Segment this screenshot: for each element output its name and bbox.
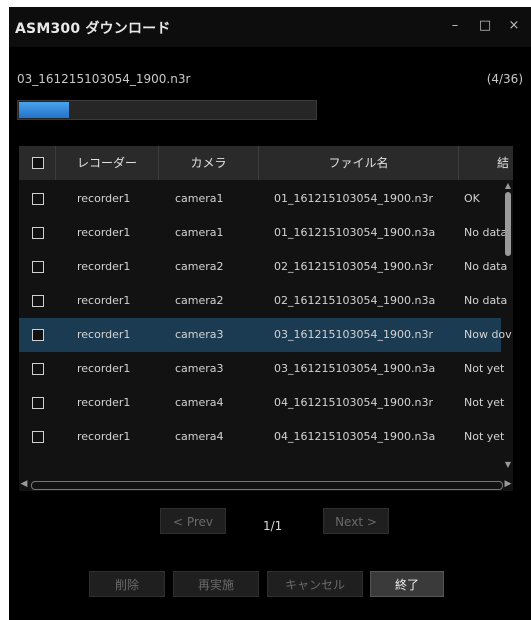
file-table: レコーダー カメラ ファイル名 結 recorder1 camera1 01_161… bbox=[19, 146, 513, 491]
camera-cell: camera2 bbox=[175, 260, 224, 273]
row-checkbox[interactable] bbox=[32, 261, 44, 273]
row-checkbox[interactable] bbox=[32, 193, 44, 205]
cancel-button[interactable]: キャンセル bbox=[267, 571, 363, 597]
recorder-cell: recorder1 bbox=[77, 226, 131, 239]
maximize-button[interactable]: □ bbox=[477, 19, 493, 33]
column-header-filename[interactable]: ファイル名 bbox=[259, 146, 459, 180]
title-bar: ASM300 ダウンロード – □ × bbox=[9, 7, 531, 47]
minimize-button[interactable]: – bbox=[447, 19, 463, 33]
download-count: (4/36) bbox=[486, 72, 523, 86]
close-button[interactable]: × bbox=[506, 19, 522, 33]
filename-cell: 02_161215103054_1900.n3a bbox=[274, 294, 436, 307]
scroll-right-arrow-icon[interactable]: ▶ bbox=[503, 478, 513, 490]
table-row[interactable]: recorder1 camera3 03_161215103054_1900.n3a… bbox=[19, 352, 504, 386]
download-window: ASM300 ダウンロード – □ × 03_161215103054_1900… bbox=[9, 7, 531, 620]
camera-cell: camera1 bbox=[175, 192, 224, 205]
delete-button[interactable]: 削除 bbox=[89, 571, 165, 597]
table-row[interactable]: recorder1 camera4 04_161215103054_1900.n3a… bbox=[19, 420, 504, 454]
table-row[interactable]: recorder1 camera3 03_161215103054_1900.n3r… bbox=[19, 318, 512, 352]
camera-cell: camera3 bbox=[175, 362, 224, 375]
select-all-checkbox[interactable] bbox=[32, 157, 44, 169]
row-checkbox[interactable] bbox=[32, 431, 44, 443]
current-file-label: 03_161215103054_1900.n3r bbox=[17, 72, 191, 86]
scroll-up-arrow-icon[interactable]: ▲ bbox=[504, 182, 512, 190]
filename-cell: 04_161215103054_1900.n3r bbox=[274, 396, 433, 409]
filename-cell: 01_161215103054_1900.n3a bbox=[274, 226, 436, 239]
table-row[interactable]: recorder1 camera1 01_161215103054_1900.n3a… bbox=[19, 216, 507, 250]
scroll-down-arrow-icon[interactable]: ▼ bbox=[504, 461, 512, 469]
table-row[interactable]: recorder1 camera4 04_161215103054_1900.n3r… bbox=[19, 386, 504, 420]
progress-fill bbox=[19, 102, 69, 118]
table-row[interactable]: recorder1 camera2 02_161215103054_1900.n3a… bbox=[19, 284, 507, 318]
table-row[interactable]: recorder1 camera2 02_161215103054_1900.n3r… bbox=[19, 250, 507, 284]
row-checkbox[interactable] bbox=[32, 363, 44, 375]
scroll-left-arrow-icon[interactable]: ◀ bbox=[19, 478, 29, 490]
camera-cell: camera2 bbox=[175, 294, 224, 307]
filename-cell: 04_161215103054_1900.n3a bbox=[274, 430, 436, 443]
filename-cell: 02_161215103054_1900.n3r bbox=[274, 260, 433, 273]
filename-cell: 03_161215103054_1900.n3a bbox=[274, 362, 436, 375]
row-checkbox[interactable] bbox=[32, 329, 44, 341]
table-header: レコーダー カメラ ファイル名 結 bbox=[19, 146, 513, 180]
recorder-cell: recorder1 bbox=[77, 396, 131, 409]
horizontal-scroll-thumb[interactable] bbox=[31, 481, 503, 490]
recorder-cell: recorder1 bbox=[77, 294, 131, 307]
header-checkbox-cell bbox=[19, 146, 56, 180]
camera-cell: camera4 bbox=[175, 396, 224, 409]
row-checkbox[interactable] bbox=[32, 397, 44, 409]
page-indicator: 1/1 bbox=[263, 519, 283, 533]
prev-page-button[interactable]: < Prev bbox=[160, 508, 226, 534]
row-checkbox[interactable] bbox=[32, 227, 44, 239]
row-checkbox[interactable] bbox=[32, 295, 44, 307]
recorder-cell: recorder1 bbox=[77, 362, 131, 375]
next-page-button[interactable]: Next > bbox=[323, 508, 389, 534]
table-row[interactable]: recorder1 camera1 01_161215103054_1900.n3r… bbox=[19, 182, 501, 216]
horizontal-scrollbar[interactable]: ◀ ▶ bbox=[19, 478, 513, 490]
retry-button[interactable]: 再実施 bbox=[173, 571, 259, 597]
column-header-result[interactable]: 結 bbox=[459, 146, 513, 180]
download-progress-bar bbox=[17, 100, 317, 120]
column-header-camera[interactable]: カメラ bbox=[159, 146, 259, 180]
recorder-cell: recorder1 bbox=[77, 260, 131, 273]
filename-cell: 01_161215103054_1900.n3r bbox=[274, 192, 433, 205]
recorder-cell: recorder1 bbox=[77, 192, 131, 205]
camera-cell: camera3 bbox=[175, 328, 224, 341]
column-header-recorder[interactable]: レコーダー bbox=[56, 146, 159, 180]
vertical-scrollbar[interactable]: ▲ ▼ bbox=[504, 182, 512, 469]
recorder-cell: recorder1 bbox=[77, 430, 131, 443]
finish-button[interactable]: 終了 bbox=[370, 571, 444, 597]
recorder-cell: recorder1 bbox=[77, 328, 131, 341]
window-title: ASM300 ダウンロード bbox=[15, 21, 171, 37]
vertical-scroll-thumb[interactable] bbox=[505, 192, 511, 256]
filename-cell: 03_161215103054_1900.n3r bbox=[274, 328, 433, 341]
camera-cell: camera1 bbox=[175, 226, 224, 239]
camera-cell: camera4 bbox=[175, 430, 224, 443]
